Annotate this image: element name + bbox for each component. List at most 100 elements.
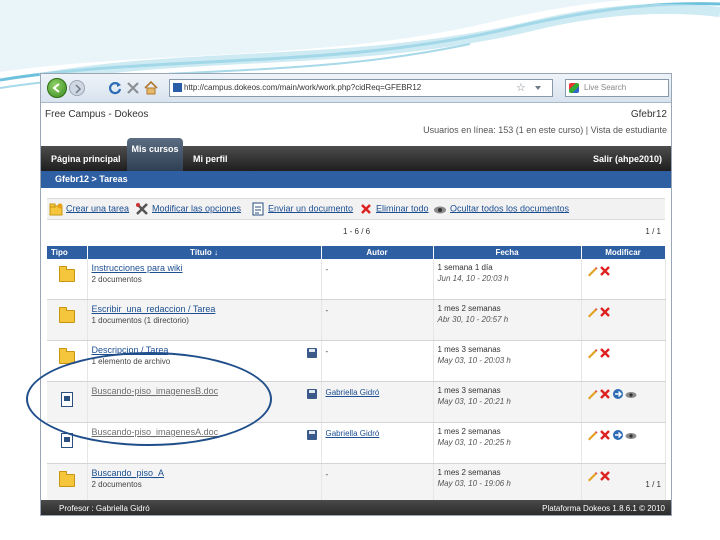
main-navbar: Página principal Mis cursos Mi perfil Sa… — [41, 138, 671, 171]
delete-icon[interactable] — [599, 388, 611, 400]
footer-platform: Plataforma Dokeos 1.8.6.1 © 2010 — [542, 504, 665, 513]
hide-all-documents-link[interactable]: Ocultar todos los documentos — [433, 202, 569, 216]
stop-icon[interactable] — [125, 80, 141, 96]
modify-options-link[interactable]: Modificar las opciones — [135, 202, 241, 216]
author-cell: - — [321, 299, 434, 341]
delete-icon[interactable] — [599, 306, 611, 318]
nav-logout[interactable]: Salir (ahpe2010) — [593, 154, 662, 164]
task-title-link[interactable]: Buscando-piso_imagenesB.doc — [92, 386, 321, 396]
user-info: Usuarios en línea: 153 (1 en este curso)… — [423, 125, 667, 135]
save-disk-icon[interactable] — [306, 348, 317, 358]
nav-home[interactable]: Página principal — [51, 154, 121, 164]
edit-pencil-icon[interactable] — [586, 470, 598, 482]
home-icon[interactable] — [143, 80, 159, 96]
col-header-fecha[interactable]: Fecha — [433, 246, 582, 259]
footer-professor: Profesor : Gabriella Gidró — [59, 504, 150, 513]
hide-all-documents-label: Ocultar todos los documentos — [450, 203, 570, 214]
folder-icon[interactable] — [58, 471, 75, 487]
date-exact: Jun 14, 10 - 20:03 h — [437, 274, 509, 283]
type-cell — [47, 463, 88, 505]
send-document-link[interactable]: Enviar un documento — [251, 202, 353, 216]
tools-icon — [136, 203, 148, 215]
delete-all-link[interactable]: Eliminar todo — [359, 202, 429, 216]
type-cell — [47, 299, 88, 341]
title-cell: Descripcion / Tarea 1 elemento de archivo — [87, 340, 322, 382]
create-task-link[interactable]: Crear una tarea — [49, 202, 129, 216]
save-disk-icon[interactable] — [306, 430, 317, 440]
visibility-eye-icon[interactable] — [625, 388, 637, 400]
delete-all-label: Eliminar todo — [376, 203, 429, 214]
title-cell: Buscando-piso_imagenesA.doc — [87, 422, 322, 464]
actions-toolbar: Crear una tarea Modificar las opciones E… — [47, 198, 665, 220]
address-text: http://campus.dokeos.com/main/work/work.… — [184, 83, 422, 92]
send-document-label: Enviar un documento — [268, 203, 354, 214]
date-cell: 1 mes 2 semanas Abr 30, 10 - 20:57 h — [433, 299, 582, 341]
task-title-link[interactable]: Buscando_piso_A — [92, 468, 321, 478]
dropdown-chevron-icon[interactable] — [533, 82, 543, 94]
table-row: Buscando-piso_imagenesB.doc Gabriella Gid… — [47, 381, 666, 423]
col-header-autor[interactable]: Autor — [321, 246, 434, 259]
delete-icon[interactable] — [599, 347, 611, 359]
date-exact: Abr 30, 10 - 20:57 h — [437, 315, 509, 324]
type-cell — [47, 340, 88, 382]
modify-cell — [581, 299, 666, 341]
title-cell: Buscando_piso_A 2 documentos — [87, 463, 322, 505]
tasks-table: Tipo Título ↓ Autor Fecha Modificar Inst… — [47, 246, 666, 505]
arrow-right-icon — [75, 84, 82, 94]
breadcrumb: Gfebr12 > Tareas — [41, 171, 671, 188]
task-subtitle: 2 documentos — [91, 480, 142, 489]
move-arrow-icon[interactable] — [612, 388, 624, 400]
edit-pencil-icon[interactable] — [586, 265, 598, 277]
task-title-link[interactable]: Buscando-piso_imagenesA.doc — [92, 427, 321, 437]
back-button[interactable] — [47, 78, 67, 98]
pager-pages: 1 / 1 — [645, 227, 661, 236]
edit-pencil-icon[interactable] — [586, 429, 598, 441]
date-exact: May 03, 10 - 20:25 h — [437, 438, 511, 447]
author-cell: - — [321, 340, 434, 382]
author-cell[interactable]: Gabriella Gidró — [321, 381, 434, 423]
edit-pencil-icon[interactable] — [586, 306, 598, 318]
date-cell: 1 mes 2 semanas May 03, 10 - 19:06 h — [433, 463, 582, 505]
title-cell: Escribir_una_redaccion / Tarea 1 document… — [87, 299, 322, 341]
save-disk-icon[interactable] — [306, 389, 317, 399]
col-header-tipo[interactable]: Tipo — [47, 246, 88, 259]
task-title-link[interactable]: Instrucciones para wiki — [92, 263, 321, 273]
date-relative: 1 mes 2 semanas — [437, 427, 501, 436]
task-title-link[interactable]: Descripcion / Tarea — [92, 345, 321, 355]
document-icon[interactable] — [60, 392, 73, 407]
modify-cell — [581, 259, 666, 300]
delete-icon[interactable] — [599, 429, 611, 441]
delete-icon[interactable] — [599, 265, 611, 277]
title-cell: Buscando-piso_imagenesB.doc — [87, 381, 322, 423]
reload-icon[interactable] — [107, 80, 123, 96]
folder-icon[interactable] — [58, 348, 75, 364]
visibility-eye-icon[interactable] — [625, 429, 637, 441]
date-exact: May 03, 10 - 20:03 h — [437, 356, 511, 365]
table-row: Descripcion / Tarea 1 elemento de archivo… — [47, 340, 666, 382]
delete-icon[interactable] — [599, 470, 611, 482]
address-bar[interactable]: http://campus.dokeos.com/main/work/work.… — [169, 79, 553, 97]
modify-cell — [581, 340, 666, 382]
author-cell[interactable]: Gabriella Gidró — [321, 422, 434, 464]
hide-eye-icon — [434, 206, 446, 214]
edit-pencil-icon[interactable] — [586, 388, 598, 400]
nav-my-courses[interactable]: Mis cursos — [127, 138, 183, 171]
move-arrow-icon[interactable] — [612, 429, 624, 441]
tasks-table-body: Instrucciones para wiki 2 documentos -1 se… — [47, 259, 666, 505]
date-exact: May 03, 10 - 19:06 h — [437, 479, 511, 488]
breadcrumb-text[interactable]: Gfebr12 > Tareas — [41, 174, 128, 184]
forward-button[interactable] — [69, 80, 85, 96]
task-title-link[interactable]: Escribir_una_redaccion / Tarea — [92, 304, 321, 314]
folder-icon[interactable] — [58, 266, 75, 282]
search-box[interactable]: Live Search — [565, 79, 669, 97]
nav-profile[interactable]: Mi perfil — [193, 154, 228, 164]
document-icon[interactable] — [60, 433, 73, 448]
folder-icon[interactable] — [58, 307, 75, 323]
edit-pencil-icon[interactable] — [586, 347, 598, 359]
pager-pages-bottom: 1 / 1 — [645, 480, 661, 489]
table-row: Buscando-piso_imagenesA.doc Gabriella Gid… — [47, 422, 666, 464]
col-header-titulo[interactable]: Título ↓ — [87, 246, 322, 259]
author-cell: - — [321, 463, 434, 505]
bookmark-star-icon[interactable]: ☆ — [516, 81, 526, 94]
folder-add-icon — [49, 203, 63, 216]
